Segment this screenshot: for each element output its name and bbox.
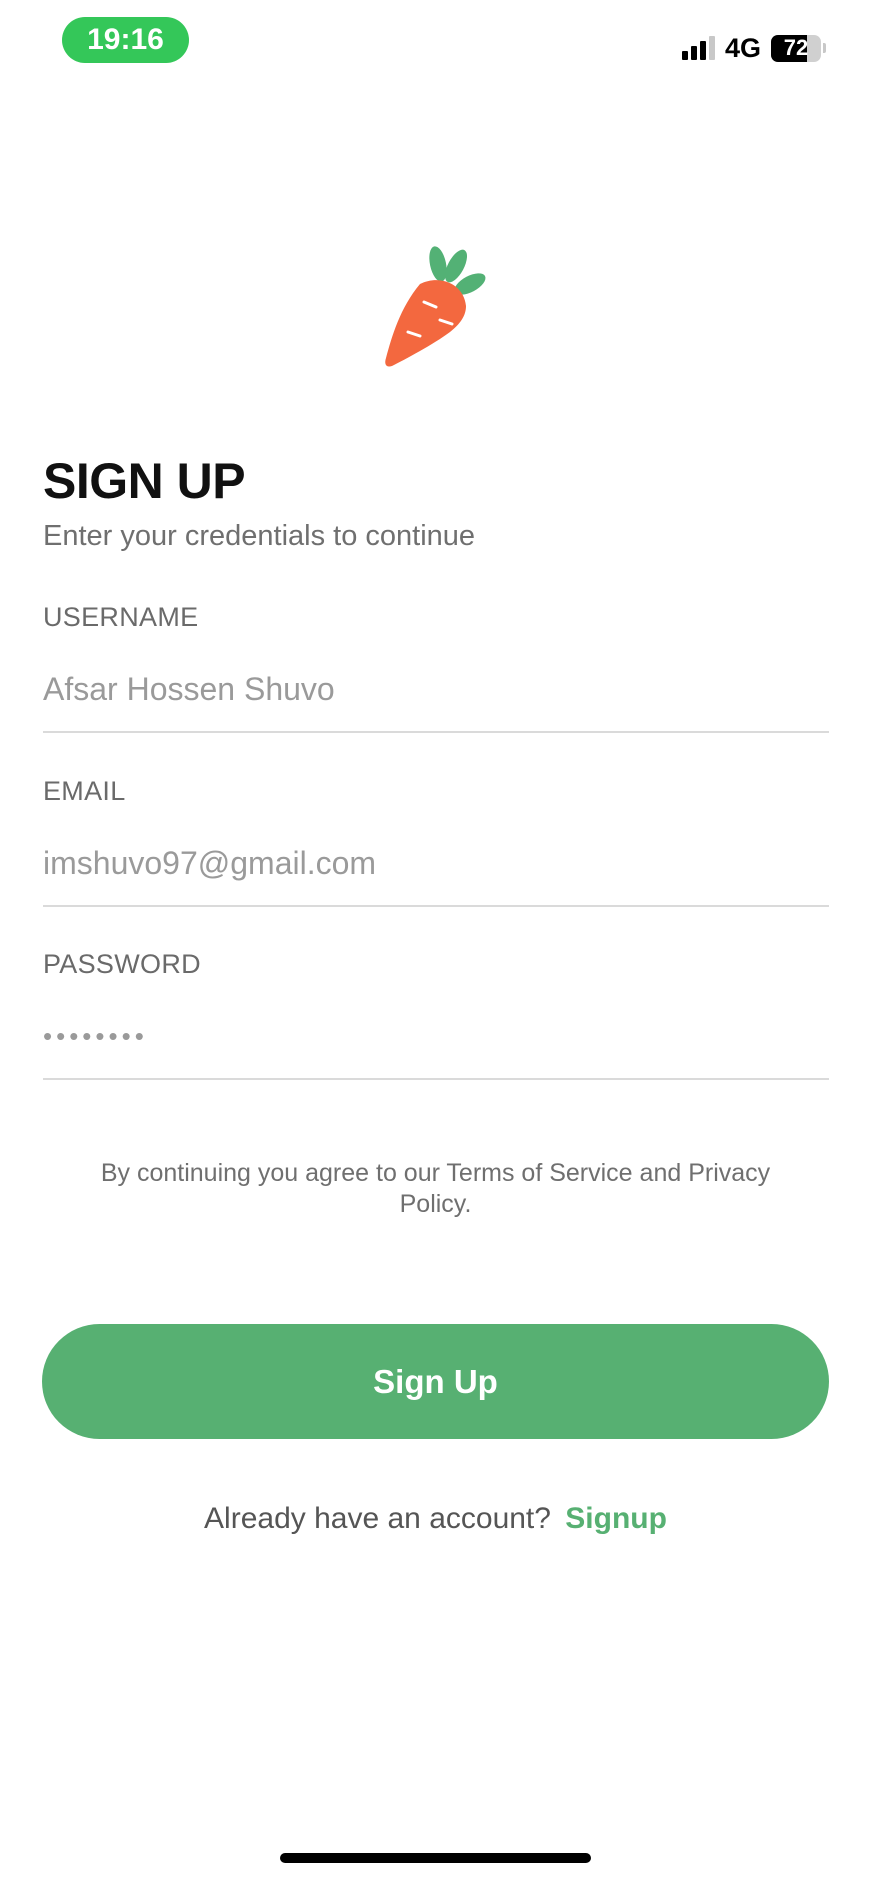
email-field: EMAIL (43, 776, 829, 907)
username-underline (43, 731, 829, 733)
password-field: PASSWORD (43, 949, 829, 1080)
account-prompt: Already have an account? Signup (0, 1502, 871, 1536)
password-input[interactable] (43, 1014, 829, 1058)
carrot-body (385, 280, 466, 367)
home-indicator[interactable] (280, 1853, 591, 1863)
battery-level: 72 (783, 35, 809, 60)
cellular-signal-icon (681, 36, 715, 60)
email-label: EMAIL (43, 776, 126, 806)
account-prompt-text: Already have an account? (204, 1502, 551, 1535)
username-field: USERNAME (43, 602, 829, 733)
password-label: PASSWORD (43, 949, 201, 979)
email-input[interactable] (43, 841, 829, 885)
username-input[interactable] (43, 667, 829, 711)
password-underline (43, 1078, 829, 1080)
status-time: 19:16 (62, 17, 189, 63)
battery-icon: 72 (771, 34, 821, 62)
username-label: USERNAME (43, 602, 199, 632)
battery-tip (823, 43, 826, 53)
signup-link[interactable]: Signup (565, 1502, 667, 1535)
sign-up-button[interactable]: Sign Up (42, 1324, 829, 1439)
email-underline (43, 905, 829, 907)
page-title: SIGN UP (43, 453, 246, 509)
network-type: 4G (724, 32, 761, 63)
status-indicators: 4G 72 (681, 32, 826, 64)
terms-text: By continuing you agree to our Terms of … (100, 1159, 771, 1218)
page-subtitle: Enter your credentials to continue (43, 520, 476, 552)
carrot-icon (385, 246, 486, 367)
